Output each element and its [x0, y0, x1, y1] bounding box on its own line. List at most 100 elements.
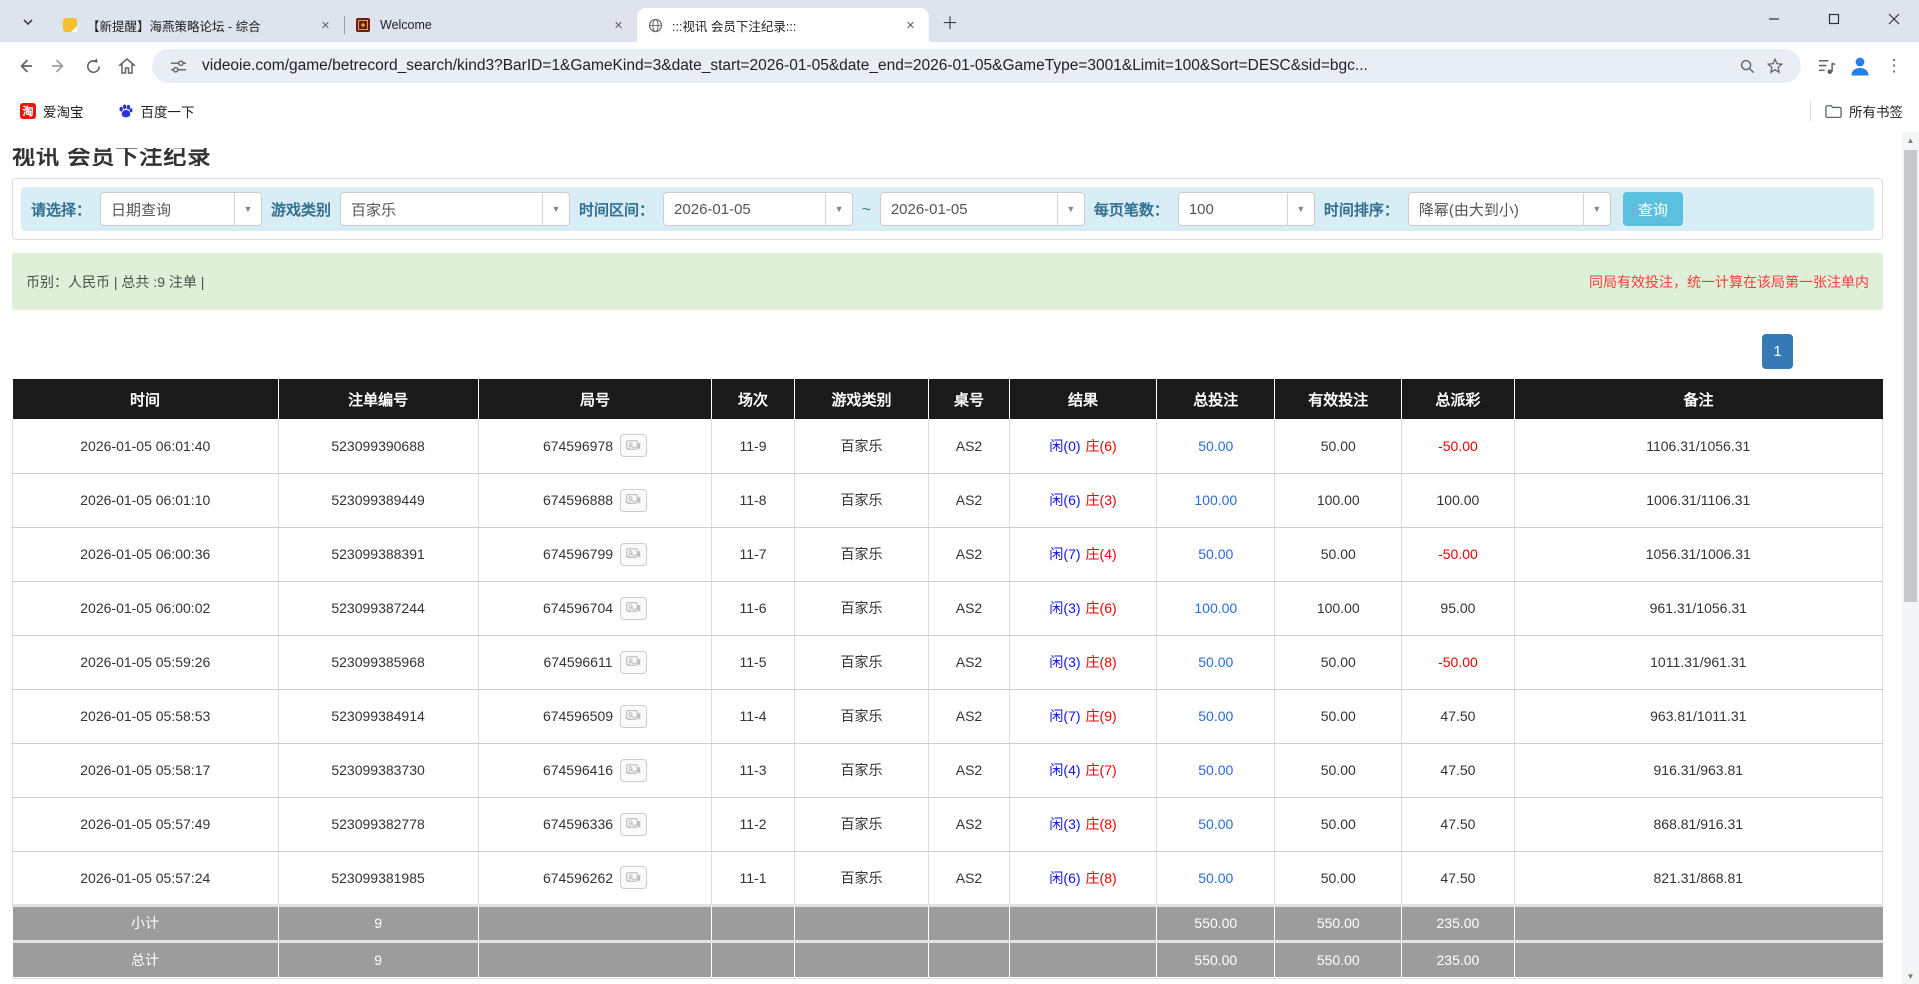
result-cell: 闲(6) 庄(8) [1009, 851, 1157, 905]
totals-valid-bet: 550.00 [1275, 905, 1402, 941]
total-bet-cell: 50.00 [1157, 743, 1275, 797]
browser-toolbar: videoie.com/game/betrecord_search/kind3?… [0, 42, 1919, 90]
replay-video-icon[interactable] [620, 597, 647, 620]
close-icon[interactable]: ✕ [610, 17, 627, 34]
total-bet-link[interactable]: 50.00 [1198, 546, 1233, 562]
total-bet-link[interactable]: 50.00 [1198, 438, 1233, 454]
total-bet-cell: 50.00 [1157, 689, 1275, 743]
page-scrollbar[interactable]: ▲ ▼ [1902, 132, 1919, 984]
bookmark-baidu[interactable]: 百度一下 [114, 98, 199, 124]
back-icon[interactable] [8, 49, 42, 83]
welcome-favicon-icon [355, 17, 371, 33]
date-start-select[interactable]: 2026-01-05 ▼ [663, 192, 853, 226]
session-cell: 11-9 [712, 419, 794, 473]
scroll-up-icon[interactable]: ▲ [1902, 132, 1919, 148]
replay-video-icon[interactable] [620, 759, 647, 782]
tilde-separator: ~ [862, 201, 871, 218]
refresh-icon[interactable] [76, 49, 110, 83]
menu-dots-icon[interactable]: ⋮ [1877, 49, 1911, 83]
total-bet-link[interactable]: 50.00 [1198, 654, 1233, 670]
session-cell: 11-1 [712, 851, 794, 905]
remark-cell: 961.31/1056.31 [1514, 581, 1882, 635]
total-bet-link[interactable]: 100.00 [1194, 492, 1237, 508]
time-cell: 2026-01-05 06:01:40 [13, 419, 279, 473]
media-controls-icon[interactable] [1809, 49, 1843, 83]
site-settings-tune-icon[interactable] [164, 52, 192, 80]
bookmarks-divider [1810, 101, 1811, 121]
new-tab-button[interactable]: ＋ [937, 8, 963, 34]
window-close-icon[interactable] [1883, 8, 1905, 30]
query-button[interactable]: 查询 [1623, 192, 1683, 226]
banker-result: 庄(6) [1086, 438, 1117, 454]
payout-cell: -50.00 [1402, 527, 1514, 581]
totals-payout: 235.00 [1402, 905, 1514, 941]
chevron-down-icon: ▼ [1583, 193, 1610, 225]
replay-video-icon[interactable] [620, 434, 647, 457]
url-text[interactable]: videoie.com/game/betrecord_search/kind3?… [202, 57, 1733, 75]
bet-id-cell: 523099383730 [278, 743, 478, 797]
profile-avatar[interactable] [1843, 49, 1877, 83]
total-bet-link[interactable]: 50.00 [1198, 870, 1233, 886]
bet-id-cell: 523099390688 [278, 419, 478, 473]
session-cell: 11-4 [712, 689, 794, 743]
tab-list-chevron-icon[interactable] [14, 8, 42, 36]
replay-video-icon[interactable] [620, 543, 647, 566]
chevron-down-icon: ▼ [825, 193, 852, 225]
query-type-select[interactable]: 日期查询 ▼ [100, 192, 262, 226]
scrollbar-thumb[interactable] [1904, 150, 1917, 602]
bet-id-cell: 523099384914 [278, 689, 478, 743]
tab-strip: 【新提醒】海燕策略论坛 - 综合 ✕ Welcome ✕ :::视讯 会员下注纪… [0, 0, 1919, 42]
page-size-select[interactable]: 100 ▼ [1178, 192, 1315, 226]
total-bet-link[interactable]: 50.00 [1198, 762, 1233, 778]
replay-video-icon[interactable] [620, 651, 647, 674]
total-bet-link[interactable]: 50.00 [1198, 816, 1233, 832]
tab-forum[interactable]: 【新提醒】海燕策略论坛 - 综合 ✕ [52, 8, 344, 42]
maximize-icon[interactable] [1823, 8, 1845, 30]
round-id: 674596336 [543, 816, 613, 832]
remark-cell: 1106.31/1056.31 [1514, 419, 1882, 473]
close-icon[interactable]: ✕ [317, 17, 334, 34]
replay-video-icon[interactable] [620, 489, 647, 512]
bet-id-cell: 523099388391 [278, 527, 478, 581]
remark-cell: 821.31/868.81 [1514, 851, 1882, 905]
bookmark-star-icon[interactable] [1761, 52, 1789, 80]
date-end-select[interactable]: 2026-01-05 ▼ [880, 192, 1085, 226]
scroll-down-icon[interactable]: ▼ [1902, 968, 1919, 984]
chevron-down-icon: ▼ [1057, 193, 1084, 225]
zoom-magnifier-icon[interactable] [1733, 52, 1761, 80]
replay-video-icon[interactable] [620, 866, 647, 889]
sort-select[interactable]: 降幂(由大到小) ▼ [1408, 192, 1611, 226]
table-row: 2026-01-05 05:58:17 523099383730 6745964… [13, 743, 1883, 797]
total-bet-cell: 50.00 [1157, 851, 1275, 905]
total-bet-cell: 50.00 [1157, 797, 1275, 851]
replay-video-icon[interactable] [620, 705, 647, 728]
tab-welcome[interactable]: Welcome ✕ [345, 8, 637, 42]
forward-icon[interactable] [42, 49, 76, 83]
valid-bet-note: 同局有效投注，统一计算在该局第一张注单内 [1589, 272, 1869, 292]
bookmark-taobao[interactable]: 淘 爱淘宝 [16, 98, 88, 124]
game-type-cell: 百家乐 [794, 635, 929, 689]
column-header: 游戏类别 [794, 379, 929, 419]
player-result: 闲(6) [1049, 870, 1080, 886]
column-header: 有效投注 [1275, 379, 1402, 419]
round-cell: 674596888 [478, 473, 712, 527]
all-bookmarks-button[interactable]: 所有书签 [1825, 101, 1903, 121]
banker-result: 庄(8) [1086, 870, 1117, 886]
remark-cell: 1056.31/1006.31 [1514, 527, 1882, 581]
game-type-select[interactable]: 百家乐 ▼ [340, 192, 570, 226]
round-id: 674596611 [543, 654, 612, 670]
home-icon[interactable] [110, 49, 144, 83]
round-cell: 674596262 [478, 851, 712, 905]
table-code-cell: AS2 [929, 635, 1009, 689]
pagination-page-1[interactable]: 1 [1762, 334, 1793, 369]
total-bet-link[interactable]: 50.00 [1198, 708, 1233, 724]
payout-cell: 47.50 [1402, 689, 1514, 743]
total-bet-link[interactable]: 100.00 [1194, 600, 1237, 616]
minimize-icon[interactable] [1763, 8, 1785, 30]
column-header: 总投注 [1157, 379, 1275, 419]
tab-bet-record-active[interactable]: :::视讯 会员下注纪录::: ✕ [637, 8, 929, 42]
address-bar[interactable]: videoie.com/game/betrecord_search/kind3?… [152, 49, 1801, 83]
bet-id-cell: 523099382778 [278, 797, 478, 851]
replay-video-icon[interactable] [620, 813, 647, 836]
close-icon[interactable]: ✕ [902, 17, 919, 34]
